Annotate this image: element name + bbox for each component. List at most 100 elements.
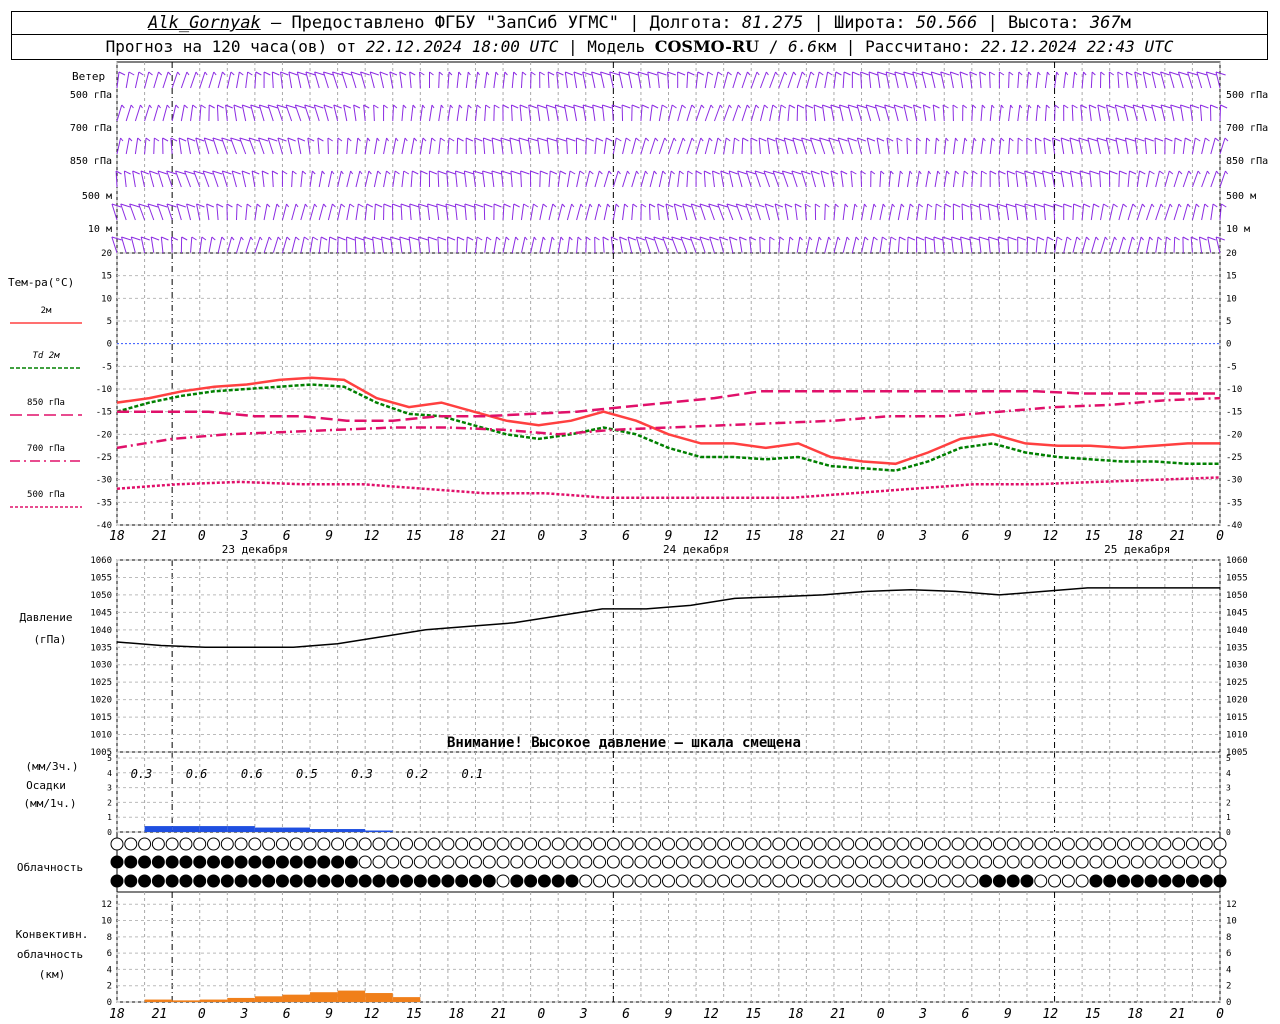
wind-barb-flag: [353, 104, 361, 109]
wind-barb-flag: [533, 236, 537, 241]
cloud-cover-clear: [827, 855, 841, 869]
cloud-cover-filled: [303, 874, 317, 888]
wind-barb-flag: [641, 104, 650, 109]
wind-barb-flag: [295, 104, 306, 109]
wind-barb-flag: [546, 104, 556, 109]
cloud-cover-clear: [1103, 855, 1117, 869]
wind-barb-flag: [1160, 104, 1172, 109]
cloud-cover-filled: [234, 874, 248, 888]
wind-barb-flag: [664, 137, 668, 142]
wind-barb: [713, 104, 721, 122]
temp-tick-right: 10: [1226, 294, 1237, 304]
cloud-cover-clear: [1048, 855, 1062, 869]
precip-sum-label: 0.2: [406, 767, 428, 781]
pres-tick-right: 1040: [1226, 626, 1248, 636]
wind-barb: [1145, 170, 1151, 188]
wind-level-label-right: 500 гПа: [1226, 90, 1268, 101]
wind-barb: [1043, 203, 1046, 221]
wind-barb: [429, 137, 433, 155]
wind-barb-flag: [945, 137, 949, 142]
hour-label-bottom: 6: [962, 1007, 970, 1022]
wind-barb: [649, 137, 656, 155]
precip-bar: [282, 827, 311, 832]
wind-barb: [195, 137, 201, 155]
wind-barb-flag: [882, 203, 886, 208]
wind-barb: [1105, 137, 1111, 155]
wind-barb-flag: [852, 71, 860, 76]
wind-barb: [658, 104, 663, 122]
wind-barb-flag: [297, 71, 307, 76]
wind-barb-flag: [720, 170, 729, 175]
wind-barb-flag: [272, 170, 279, 175]
wind-barb: [962, 170, 965, 188]
conv-title-2: облачность: [17, 948, 83, 961]
wind-barb: [153, 104, 159, 122]
precip-sum-label: 0.1: [461, 767, 483, 781]
wind-barb: [1035, 104, 1039, 122]
wind-barb-flag: [1089, 170, 1100, 175]
wind-barb-flag: [951, 236, 962, 241]
wind-barb-flag: [230, 137, 241, 142]
hour-label-bottom: 3: [918, 1007, 927, 1022]
wind-barb-flag: [513, 71, 518, 76]
wind-barb: [1118, 236, 1124, 254]
wind-barb-flag: [1008, 71, 1014, 76]
wind-barb: [291, 236, 297, 254]
cloud-cover-clear: [441, 855, 455, 869]
wind-barb-flag: [448, 71, 453, 76]
wind-barb-flag: [754, 170, 766, 175]
wind-barb-flag: [1026, 137, 1033, 142]
wind-barb: [860, 170, 863, 188]
cloud-cover-clear: [992, 837, 1006, 851]
wind-barb-flag: [632, 203, 638, 208]
cloud-cover-filled: [207, 855, 221, 869]
cloud-cover-clear: [551, 855, 565, 869]
wind-barb: [162, 104, 168, 122]
wind-barb-flag: [212, 170, 223, 175]
cloud-cover-clear: [786, 874, 800, 888]
wind-barb: [327, 203, 333, 221]
wind-barb-flag: [413, 137, 418, 142]
cloud-cover-clear: [813, 855, 827, 869]
cloud-cover-clear: [965, 855, 979, 869]
wind-barb-flag: [111, 203, 122, 208]
wind-barb: [171, 71, 179, 89]
wind-barb-flag: [542, 236, 546, 241]
wind-barb: [1063, 71, 1067, 89]
wind-barb-flag: [830, 170, 839, 175]
conv-tick-left: 2: [107, 982, 112, 992]
wind-barb-flag: [955, 170, 959, 175]
wind-barb: [712, 170, 715, 188]
cloud-cover-clear: [1158, 855, 1172, 869]
wind-barb-flag: [687, 170, 693, 175]
wind-barb: [695, 137, 702, 155]
wind-barb-flag: [212, 137, 223, 142]
wind-barb-flag: [539, 71, 545, 76]
hour-label-top: 3: [579, 529, 588, 544]
wind-barb: [511, 203, 515, 221]
cloud-cover-filled: [565, 874, 579, 888]
wind-barb-flag: [367, 137, 371, 142]
wind-barb: [924, 236, 927, 254]
wind-barb-flag: [285, 104, 297, 109]
wind-barb: [1177, 71, 1184, 89]
cloud-cover-filled: [303, 855, 317, 869]
wind-barb-flag: [864, 236, 869, 241]
wind-barb-flag: [769, 236, 775, 241]
wind-barb-flag: [1212, 203, 1218, 208]
wind-barb: [774, 203, 780, 221]
cloud-cover-filled: [1130, 874, 1144, 888]
wind-barb-flag: [1151, 71, 1161, 76]
wind-barb-flag: [876, 137, 885, 142]
wind-barb: [409, 71, 412, 89]
wind-barb-flag: [213, 71, 217, 76]
wind-barb-flag: [850, 170, 857, 175]
wind-barb-flag: [868, 71, 878, 76]
wind-barb-flag: [1104, 236, 1108, 241]
wind-barb-flag: [149, 170, 159, 175]
wind-barb-flag: [647, 71, 658, 76]
hour-label-bottom: 12: [703, 1007, 719, 1022]
wind-barb-flag: [717, 203, 728, 208]
wind-barb-flag: [483, 137, 492, 142]
wind-barb-flag: [780, 104, 787, 109]
